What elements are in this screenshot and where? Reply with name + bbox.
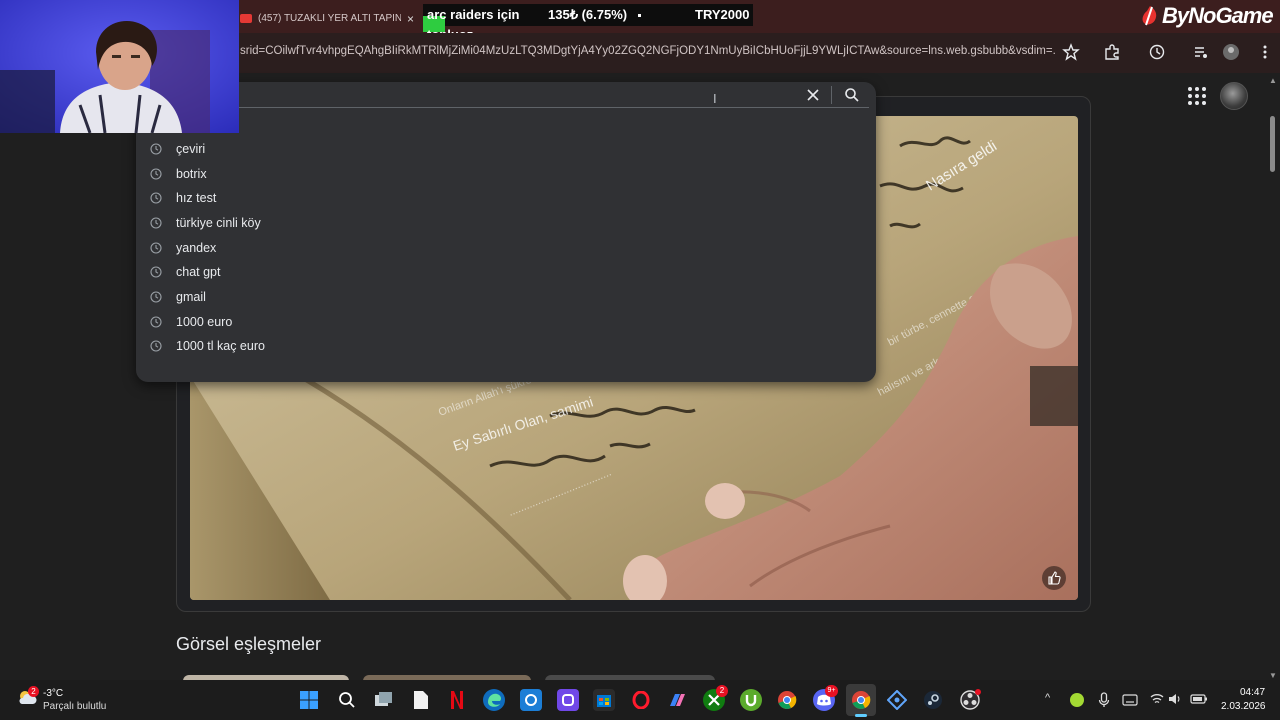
history-clock-icon	[150, 143, 162, 155]
bookmark-star-icon[interactable]	[1062, 43, 1080, 61]
suggestion-text: türkiye cinli köy	[176, 216, 261, 230]
xbox-badge: 2	[716, 685, 728, 697]
utorrent-icon[interactable]	[740, 689, 762, 711]
history-clock-icon	[150, 316, 162, 328]
suggestion-item[interactable]: botrix	[137, 162, 875, 186]
taskbar-search-icon[interactable]	[336, 689, 358, 711]
donation-goal: TRY2000	[695, 7, 750, 22]
obs-recording-dot	[975, 689, 981, 695]
suggestion-item[interactable]: 1000 tl kaç euro	[137, 334, 875, 358]
streamer-webcam-image	[0, 0, 239, 133]
suggestion-text: botrix	[176, 167, 207, 181]
media-controls-icon[interactable]	[1192, 43, 1210, 61]
browser-tab[interactable]: (457) TUZAKLI YER ALTI TAPINA ×	[232, 4, 422, 33]
weather-description: Parçalı bulutlu	[43, 701, 107, 712]
active-app-indicator	[855, 714, 867, 717]
extensions-icon[interactable]	[1103, 43, 1121, 61]
taskbar-date[interactable]: 2.03.2026	[1221, 701, 1266, 712]
wifi-icon[interactable]	[1150, 693, 1164, 705]
google-apps-icon[interactable]	[1188, 87, 1206, 105]
suggestion-text: 1000 euro	[176, 315, 233, 329]
suggestion-item[interactable]: gmail	[137, 285, 875, 309]
history-clock-icon	[150, 217, 162, 229]
microphone-icon[interactable]	[1098, 692, 1110, 708]
tray-overflow-icon[interactable]: ^	[1045, 692, 1050, 704]
suggestion-item[interactable]: chat gpt	[137, 260, 875, 284]
donation-amount: 135₺ (6.75%)	[548, 7, 628, 22]
weather-badge: 2	[28, 686, 39, 697]
text-cursor: I	[713, 91, 717, 106]
chrome-menu-icon[interactable]	[1256, 43, 1274, 61]
visual-matches-heading: Görsel eşleşmeler	[176, 634, 322, 654]
history-clock-icon	[150, 192, 162, 204]
profile-avatar-icon[interactable]	[1222, 43, 1240, 61]
app-icon-blue[interactable]	[520, 689, 542, 711]
address-bar-url[interactable]: srid=COilwfTvr4vhpgEQAhgBIiRkMTRlMjZiMi0…	[240, 45, 1055, 57]
copilot-icon[interactable]	[666, 689, 688, 711]
tab-close-icon[interactable]: ×	[407, 12, 414, 26]
page-scrollbar[interactable]: ▲ ▼	[1267, 76, 1278, 680]
chrome-active-icon[interactable]	[850, 689, 872, 711]
windows-start-icon[interactable]	[298, 689, 320, 711]
screen: (457) TUZAKLI YER ALTI TAPINA × arc raid…	[0, 0, 1280, 720]
history-clock-icon	[150, 266, 162, 278]
history-clock-icon	[150, 340, 162, 352]
webcam-overlay	[0, 0, 239, 133]
search-icon[interactable]	[843, 86, 861, 104]
steam-icon[interactable]	[922, 689, 944, 711]
brand-watermark: ByNoGame	[1140, 3, 1274, 28]
battery-icon[interactable]	[1190, 693, 1208, 705]
donation-separator	[638, 14, 641, 17]
suggestion-item[interactable]: çeviri	[137, 137, 875, 161]
suggestion-item[interactable]: türkiye cinli köy	[137, 211, 875, 235]
thumbs-up-icon	[1048, 571, 1061, 585]
suggestion-text: yandex	[176, 241, 217, 255]
search-input-underline	[239, 107, 869, 108]
like-button[interactable]	[1042, 566, 1066, 590]
scroll-up-icon[interactable]: ▲	[1269, 76, 1277, 85]
suggestion-text: hız test	[176, 191, 217, 205]
youtube-icon	[240, 14, 252, 23]
suggestion-text: chat gpt	[176, 265, 221, 279]
edge-browser-icon[interactable]	[483, 689, 505, 711]
history-clock-icon	[150, 242, 162, 254]
suggestion-item[interactable]: yandex	[137, 236, 875, 260]
search-divider	[831, 86, 832, 104]
microsoft-store-icon[interactable]	[593, 689, 615, 711]
suggestion-text: gmail	[176, 290, 206, 304]
history-clock-icon	[150, 291, 162, 303]
task-view-icon[interactable]	[373, 689, 395, 711]
brand-name: ByNoGame	[1162, 3, 1274, 28]
history-clock-icon	[150, 168, 162, 180]
donation-title: arc raiders için	[427, 7, 520, 22]
app-icon-purple[interactable]	[557, 689, 579, 711]
keyboard-icon[interactable]	[1122, 694, 1138, 706]
suggestion-item[interactable]: hız test	[137, 186, 875, 210]
file-icon[interactable]	[410, 689, 432, 711]
clear-search-icon[interactable]	[804, 86, 822, 104]
suggestion-text: çeviri	[176, 142, 206, 156]
taskbar-time[interactable]: 04:47	[1240, 687, 1265, 698]
opera-icon[interactable]	[630, 689, 652, 711]
tray-app-icon[interactable]	[1070, 693, 1084, 707]
volume-icon[interactable]	[1168, 693, 1182, 705]
weather-temperature: -3°C	[43, 688, 64, 699]
account-avatar[interactable]	[1220, 82, 1248, 110]
suggestion-item[interactable]: 1000 euro	[137, 310, 875, 334]
discord-badge: 9+	[825, 685, 838, 697]
netflix-icon[interactable]	[446, 689, 468, 711]
tab-title: (457) TUZAKLI YER ALTI TAPINA	[258, 13, 401, 24]
app-icon-network[interactable]	[886, 689, 908, 711]
scroll-down-icon[interactable]: ▼	[1269, 671, 1277, 680]
scrollbar-thumb[interactable]	[1270, 116, 1275, 172]
history-icon[interactable]	[1148, 43, 1166, 61]
chrome-icon[interactable]	[776, 689, 798, 711]
brand-logo-icon	[1142, 6, 1157, 26]
suggestion-text: 1000 tl kaç euro	[176, 339, 265, 353]
